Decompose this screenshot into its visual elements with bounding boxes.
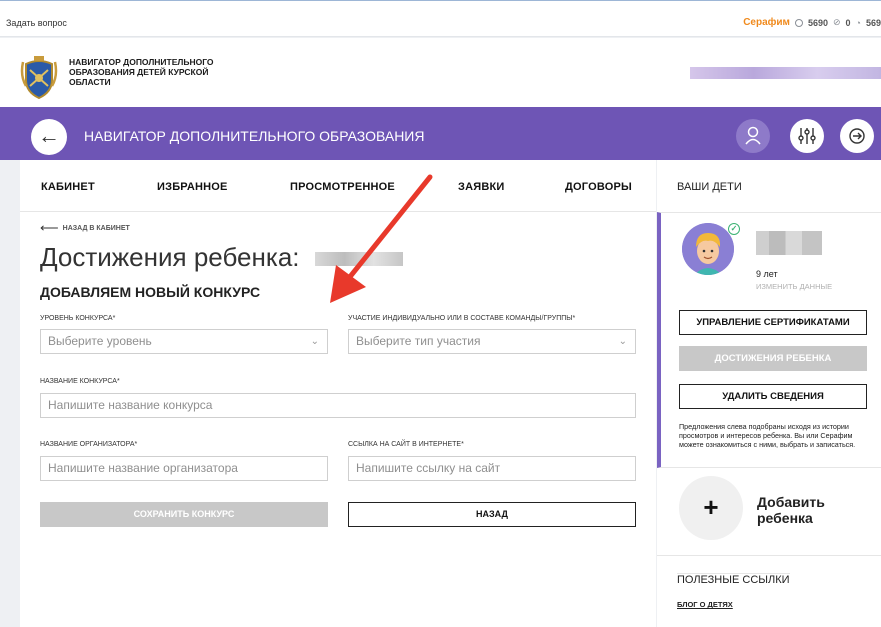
section-title: ДОБАВЛЯЕМ НОВЫЙ КОНКУРС bbox=[40, 284, 261, 300]
level-select-value: Выберите уровень bbox=[48, 334, 152, 348]
profile-button[interactable] bbox=[736, 119, 770, 153]
child-face-icon bbox=[682, 223, 734, 275]
delete-info-button[interactable]: УДАЛИТЬ СВЕДЕНИЯ bbox=[679, 384, 867, 409]
children-sidebar: ВАШИ ДЕТИ ✓ 9 лет ИЗМЕНИТЬ ДАННЫЕ УПРАВЛ… bbox=[657, 160, 881, 627]
back-to-cabinet-link[interactable]: ⟵ НАЗАД В КАБИНЕТ bbox=[40, 220, 130, 235]
user-info: Серафим 5690 ⊘ 0 ◔ 569 bbox=[743, 17, 881, 28]
back-arrow-button[interactable]: ← bbox=[31, 119, 67, 155]
top-strip: Задать вопрос Серафим 5690 ⊘ 0 ◔ 569 bbox=[0, 0, 881, 37]
logout-button[interactable] bbox=[840, 119, 874, 153]
nav-title: НАВИГАТОР ДОПОЛНИТЕЛЬНОГО ОБРАЗОВАНИЯ bbox=[84, 128, 425, 144]
back-button[interactable]: НАЗАД bbox=[348, 502, 636, 527]
cancel-circle-icon: ⊘ bbox=[832, 17, 841, 27]
site-header: НАВИГАТОР ДОПОЛНИТЕЛЬНОГО ОБРАЗОВАНИЯ ДЕ… bbox=[0, 38, 881, 107]
page-title: Достижения ребенка: bbox=[40, 242, 300, 272]
organizer-input[interactable]: Напишите название организатора bbox=[40, 456, 328, 481]
blurred-child-name bbox=[756, 231, 822, 255]
ask-question-link[interactable]: Задать вопрос bbox=[6, 18, 67, 28]
site-logo-text[interactable]: НАВИГАТОР ДОПОЛНИТЕЛЬНОГО ОБРАЗОВАНИЯ ДЕ… bbox=[69, 57, 249, 87]
user-icon bbox=[745, 126, 761, 145]
contest-name-placeholder: Напишите название конкурса bbox=[48, 398, 213, 412]
useful-links-heading: ПОЛЕЗНЫЕ ССЫЛКИ bbox=[677, 573, 790, 586]
recommendation-hint: Предложения слева подобраны исходя из ис… bbox=[679, 422, 856, 449]
sliders-icon bbox=[798, 128, 816, 144]
organizer-placeholder: Напишите название организатора bbox=[48, 461, 238, 475]
clock-icon: ◔ bbox=[855, 17, 861, 28]
website-placeholder: Напишите ссылку на сайт bbox=[356, 461, 501, 475]
contest-name-input[interactable]: Напишите название конкурса bbox=[40, 393, 636, 418]
arrow-left-icon: ⟵ bbox=[40, 220, 59, 235]
tab-favorites[interactable]: ИЗБРАННОЕ bbox=[157, 181, 228, 193]
save-contest-button[interactable]: СОХРАНИТЬ КОНКУРС bbox=[40, 502, 328, 527]
child-achievements-button[interactable]: ДОСТИЖЕНИЯ РЕБЕНКА bbox=[679, 346, 867, 371]
tab-contracts[interactable]: ДОГОВОРЫ bbox=[565, 181, 632, 193]
exit-arrow-icon bbox=[849, 128, 865, 144]
back-to-cabinet-label: НАЗАД В КАБИНЕТ bbox=[62, 224, 130, 232]
child-card: ✓ 9 лет ИЗМЕНИТЬ ДАННЫЕ УПРАВЛЕНИЕ СЕРТИ… bbox=[657, 212, 881, 468]
nav-bar: ← НАВИГАТОР ДОПОЛНИТЕЛЬНОГО ОБРАЗОВАНИЯ bbox=[0, 107, 881, 160]
your-children-heading: ВАШИ ДЕТИ bbox=[677, 181, 742, 193]
organizer-label: НАЗВАНИЕ ОРГАНИЗАТОРА* bbox=[40, 441, 138, 448]
participation-select[interactable]: Выберите тип участия ⌄ bbox=[348, 329, 636, 354]
stat-balance: 5690 bbox=[807, 17, 828, 28]
blog-link[interactable]: БЛОГ О ДЕТЯХ bbox=[677, 600, 733, 609]
manage-certificates-button[interactable]: УПРАВЛЕНИЕ СЕРТИФИКАТАМИ bbox=[679, 310, 867, 335]
level-select[interactable]: Выберите уровень ⌄ bbox=[40, 329, 328, 354]
user-name[interactable]: Серафим bbox=[743, 17, 790, 28]
coin-icon bbox=[794, 18, 803, 27]
filters-button[interactable] bbox=[790, 119, 824, 153]
chevron-down-icon: ⌄ bbox=[618, 336, 627, 347]
website-input[interactable]: Напишите ссылку на сайт bbox=[348, 456, 636, 481]
tab-cabinet[interactable]: КАБИНЕТ bbox=[41, 181, 95, 193]
add-child-button[interactable]: + bbox=[679, 476, 743, 540]
contest-name-label: НАЗВАНИЕ КОНКУРСА* bbox=[40, 378, 120, 385]
add-child-label[interactable]: Добавить ребенка bbox=[757, 494, 857, 526]
blurred-banner bbox=[690, 67, 881, 79]
coat-of-arms-logo[interactable] bbox=[20, 56, 58, 100]
participation-select-value: Выберите тип участия bbox=[356, 334, 481, 348]
edit-data-link[interactable]: ИЗМЕНИТЬ ДАННЫЕ bbox=[756, 282, 832, 291]
chevron-down-icon: ⌄ bbox=[310, 336, 319, 347]
child-avatar[interactable] bbox=[682, 223, 734, 275]
stat-other: 569 bbox=[865, 17, 881, 28]
divider bbox=[657, 555, 881, 556]
verified-check-icon: ✓ bbox=[728, 223, 740, 235]
stat-zero: 0 bbox=[845, 17, 851, 28]
website-label: ССЫЛКА НА САЙТ В ИНТЕРНЕТЕ* bbox=[348, 441, 464, 448]
level-label: УРОВЕНЬ КОНКУРСА* bbox=[40, 315, 116, 322]
child-age: 9 лет bbox=[756, 269, 778, 279]
annotation-arrow-icon bbox=[330, 174, 433, 303]
tab-applications[interactable]: ЗАЯВКИ bbox=[458, 181, 505, 193]
